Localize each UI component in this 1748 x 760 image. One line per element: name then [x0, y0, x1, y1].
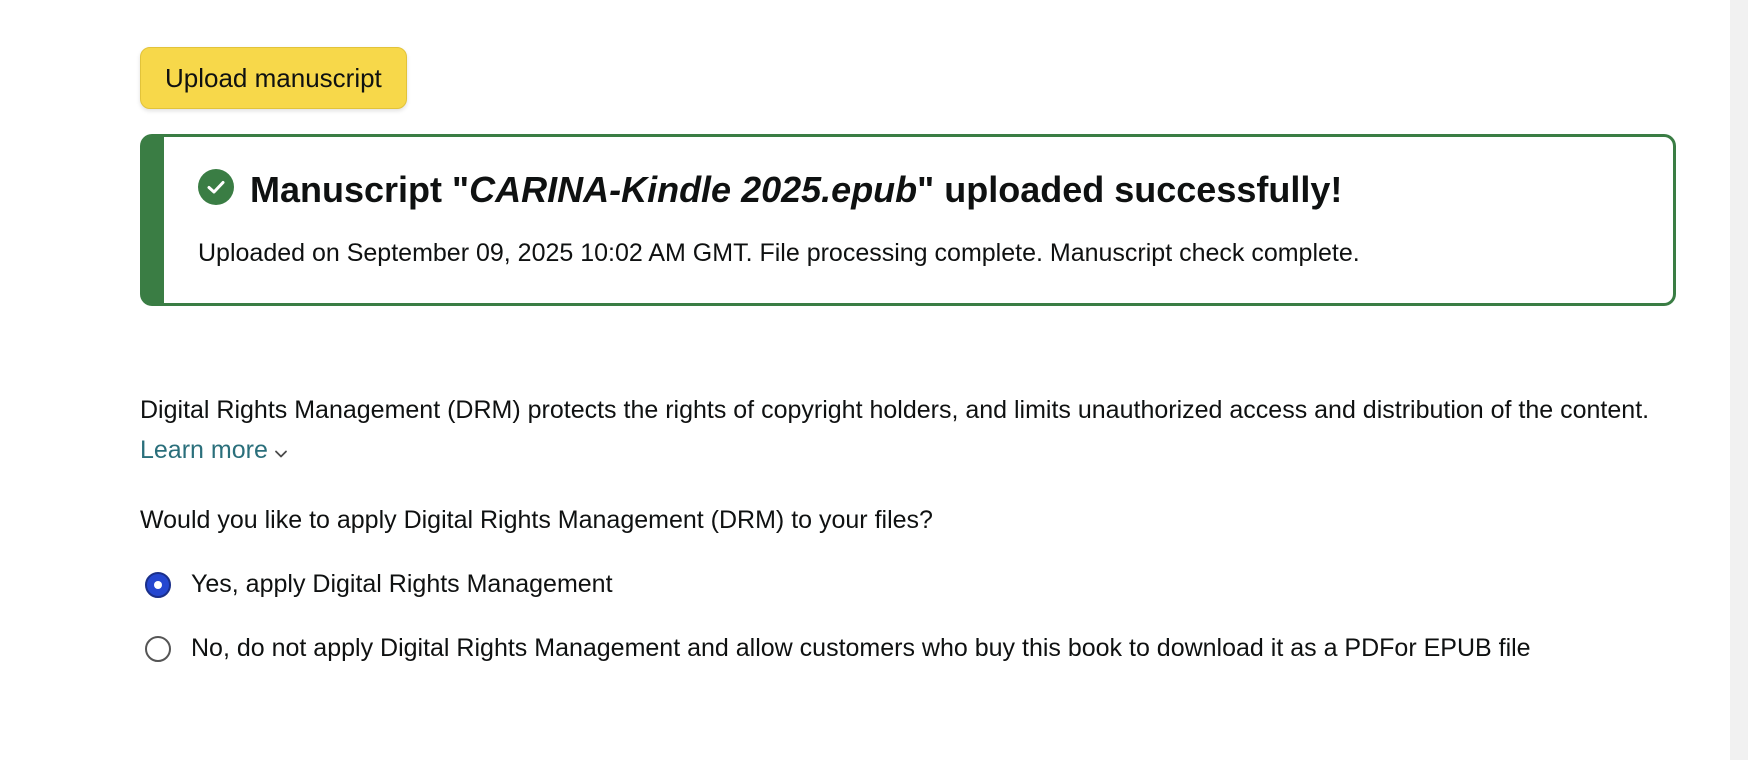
upload-detail-text: Uploaded on September 09, 2025 10:02 AM …	[198, 239, 1360, 267]
radio-button-unselected[interactable]	[145, 635, 171, 662]
drm-option-yes[interactable]: Yes, apply Digital Rights Management	[145, 570, 613, 599]
radio-button-selected[interactable]	[145, 571, 171, 598]
heading-prefix: Manuscript "	[250, 169, 470, 210]
drm-option-yes-label: Yes, apply Digital Rights Management	[191, 570, 613, 598]
alert-heading: Manuscript " CARINA-Kindle 2025.epub " upl…	[198, 169, 1342, 211]
drm-option-no[interactable]: No, do not apply Digital Rights Manageme…	[145, 634, 1531, 663]
upload-success-alert: Manuscript " CARINA-Kindle 2025.epub " upl…	[140, 134, 1676, 306]
scrollbar-track[interactable]	[1730, 0, 1748, 760]
drm-question: Would you like to apply Digital Rights M…	[140, 506, 933, 534]
learn-more-link[interactable]: Learn more	[140, 436, 288, 464]
chevron-down-icon	[274, 431, 288, 471]
drm-description: Digital Rights Management (DRM) protects…	[140, 390, 1670, 471]
drm-description-text: Digital Rights Management (DRM) protects…	[140, 396, 1650, 424]
drm-option-no-label: No, do not apply Digital Rights Manageme…	[191, 634, 1531, 662]
heading-suffix: " uploaded successfully!	[917, 169, 1343, 210]
learn-more-label: Learn more	[140, 436, 268, 464]
uploaded-filename: CARINA-Kindle 2025.epub	[469, 169, 918, 210]
check-circle-icon	[198, 169, 234, 205]
upload-manuscript-button[interactable]: Upload manuscript	[140, 47, 407, 109]
